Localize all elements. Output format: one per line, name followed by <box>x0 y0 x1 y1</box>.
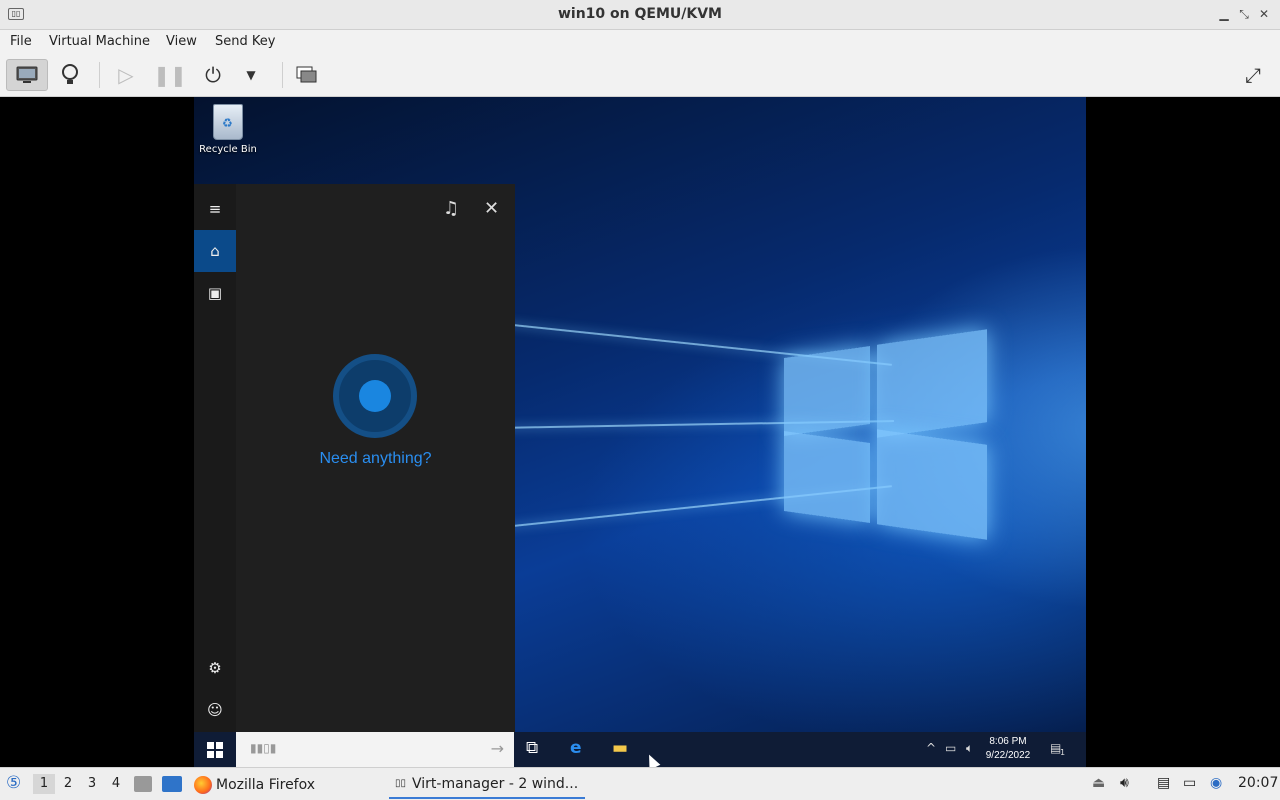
cortana-sidebar: ≡ ⌂ ▣ ⚙ ☺ <box>194 184 236 732</box>
app-menu-icon: ⑤ <box>6 773 22 793</box>
clock-date: 9/22/2022 <box>985 750 1031 761</box>
play-icon: ▷ <box>118 63 134 87</box>
pause-button[interactable]: ❚❚ <box>149 59 191 91</box>
home-button[interactable]: ⌂ <box>194 230 236 272</box>
recycle-bin-label: Recycle Bin <box>199 144 257 155</box>
eject-icon[interactable]: ⏏ <box>1092 775 1105 791</box>
app-menu-button[interactable]: ⑤ <box>6 773 21 793</box>
hamburger-menu-button[interactable]: ≡ <box>194 188 236 230</box>
show-desktop-button[interactable] <box>162 776 182 792</box>
chevron-up-icon: ^ <box>926 741 937 755</box>
close-icon: ✕ <box>484 198 500 219</box>
fullscreen-button[interactable]: ⤢ <box>1232 59 1274 91</box>
system-clock[interactable]: 8:06 PM 9/22/2022 <box>980 735 1036 763</box>
notebook-icon: ▣ <box>207 284 223 302</box>
music-note-icon: ♫ <box>443 198 460 219</box>
power-icon: ⏻ <box>205 63 221 87</box>
task-view-icon: ⧉ <box>526 738 539 758</box>
hamburger-icon: ≡ <box>208 200 222 218</box>
windows-start-icon <box>207 741 223 758</box>
folder-icon: ▬ <box>612 738 629 758</box>
details-view-button[interactable] <box>49 59 91 91</box>
monitor-icon <box>16 66 38 83</box>
feedback-button[interactable]: ☺ <box>194 689 236 731</box>
shutdown-button[interactable]: ⏻ <box>192 59 234 91</box>
cortana-close-button[interactable]: ✕ <box>484 198 499 219</box>
network-icon[interactable]: ▭ <box>1183 775 1196 791</box>
snapshots-icon <box>296 66 317 83</box>
menubar: File Virtual Machine View Send Key <box>0 30 1280 54</box>
music-recognition-button[interactable]: ♫ <box>443 198 459 219</box>
feedback-icon: ☺ <box>207 701 223 719</box>
workspace-2[interactable]: 2 <box>57 774 79 794</box>
host-taskbar: ⑤ 1 2 3 4 Mozilla Firefox ▯▯ Virt-manage… <box>0 767 1280 800</box>
host-clock[interactable]: 20:07 <box>1238 775 1278 791</box>
virt-manager-icon: ▯▯ <box>395 778 407 789</box>
taskbar-firefox-label: Mozilla Firefox <box>216 776 316 793</box>
clock-time: 8:06 PM <box>989 736 1027 747</box>
lightbulb-icon <box>62 64 78 84</box>
firefox-icon <box>194 775 212 794</box>
windows-taskbar: ▮▮▯▮ → ⧉ e ▬ ^ ▭ 🔈︎ 8:06 PM 9/22/2022 ▤ … <box>194 732 1086 767</box>
cortana-panel: ≡ ⌂ ▣ ⚙ ☺ ♫ ✕ Need anything? <box>194 184 515 732</box>
workspace-4[interactable]: 4 <box>105 774 127 794</box>
cortana-prompt: Need anything? <box>319 450 432 467</box>
minimize-button[interactable]: ▁ <box>1216 6 1232 22</box>
run-button[interactable]: ▷ <box>105 59 147 91</box>
volume-icon[interactable]: 🔈︎ <box>966 741 973 756</box>
restore-button[interactable]: ⤡ <box>1236 6 1252 22</box>
show-hidden-icons-button[interactable]: ^ <box>926 741 936 755</box>
chevron-down-icon: ▼ <box>246 68 256 82</box>
snapshots-button[interactable] <box>286 59 328 91</box>
fullscreen-icon: ⤢ <box>1245 63 1261 87</box>
window-title: win10 on QEMU/KVM <box>557 6 722 22</box>
cortana-search-input[interactable]: ▮▮▯▮ → <box>236 732 514 767</box>
console-view-button[interactable] <box>6 59 48 91</box>
pause-icon: ❚❚ <box>153 63 187 87</box>
recycle-bin[interactable]: ♻ Recycle Bin <box>199 104 257 164</box>
menu-virtual-machine[interactable]: Virtual Machine <box>49 34 150 49</box>
home-icon: ⌂ <box>210 242 220 260</box>
windows-logo <box>784 345 870 437</box>
volume-icon[interactable]: 🔊︎ <box>1120 775 1129 791</box>
close-button[interactable]: ✕ <box>1256 6 1272 22</box>
workspace-3[interactable]: 3 <box>81 774 103 794</box>
notebook-button[interactable]: ▣ <box>194 272 236 314</box>
updates-icon[interactable]: ◉ <box>1210 775 1222 791</box>
notification-count: 1 <box>1060 748 1066 757</box>
taskbar-virt-manager[interactable]: ▯▯ Virt-manager - 2 wind... <box>389 770 585 799</box>
gear-icon: ⚙ <box>208 659 222 677</box>
recycle-bin-icon: ♻ <box>213 104 243 140</box>
microphone-icon: ▮▮▯▮ <box>250 741 277 755</box>
edge-button[interactable]: e <box>570 738 582 758</box>
cortana-logo <box>359 380 391 412</box>
clipboard-icon[interactable]: ▤ <box>1157 775 1170 791</box>
window-titlebar[interactable]: ▯▯ win10 on QEMU/KVM ▁ ⤡ ✕ <box>0 0 1280 30</box>
menu-file[interactable]: File <box>10 34 32 49</box>
workspace-1[interactable]: 1 <box>33 774 55 794</box>
menu-send-key[interactable]: Send Key <box>215 34 275 49</box>
file-explorer-button[interactable]: ▬ <box>612 738 628 758</box>
shutdown-menu-button[interactable]: ▼ <box>231 59 271 91</box>
taskbar-firefox[interactable]: Mozilla Firefox <box>194 770 315 799</box>
menu-view[interactable]: View <box>166 34 197 49</box>
edge-icon: e <box>570 738 582 758</box>
start-button[interactable] <box>194 732 236 767</box>
task-view-button[interactable]: ⧉ <box>526 738 538 758</box>
toolbar: ▷ ❚❚ ⏻ ▼ ⤢ <box>0 54 1280 97</box>
arrow-right-icon[interactable]: → <box>491 739 504 758</box>
taskbar-virt-manager-label: Virt-manager - 2 wind... <box>412 775 579 792</box>
settings-button[interactable]: ⚙ <box>194 647 236 689</box>
network-icon[interactable]: ▭ <box>945 741 956 755</box>
file-manager-launcher[interactable] <box>134 776 152 792</box>
